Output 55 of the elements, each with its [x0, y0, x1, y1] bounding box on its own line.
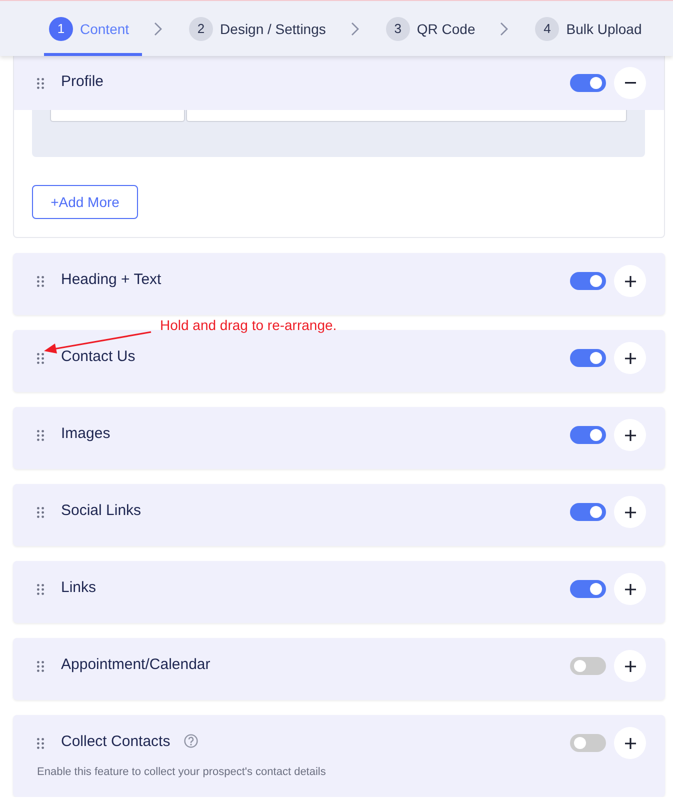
plus-icon: [624, 352, 636, 364]
toggle-switch[interactable]: [570, 734, 606, 752]
plus-icon: [624, 276, 636, 286]
plus-icon: [624, 584, 636, 594]
step-number: 1: [49, 16, 73, 40]
step-tab[interactable]: 4 Bulk Upload: [530, 1, 655, 56]
chevron-icon: [350, 22, 359, 36]
step-tab[interactable]: 2 Design / Settings: [184, 1, 339, 56]
plus-icon: [624, 660, 636, 672]
drag-handle-icon[interactable]: [37, 506, 44, 518]
section-title: Collect Contacts: [61, 732, 170, 750]
toggle-switch[interactable]: [570, 349, 606, 367]
step-number: 4: [535, 16, 560, 40]
toggle-switch[interactable]: [570, 74, 606, 92]
section-title: Social Links: [61, 502, 142, 518]
chevron-icon: [500, 22, 508, 36]
drag-handle-icon[interactable]: [37, 660, 44, 672]
section-title: Images: [61, 424, 110, 442]
toggle-switch[interactable]: [570, 426, 606, 444]
drag-handle-icon[interactable]: [37, 430, 44, 440]
section-title: Contact Us: [61, 348, 136, 364]
drag-handle-icon[interactable]: [37, 352, 44, 364]
expand-button[interactable]: [614, 342, 646, 374]
section-title: Links: [61, 578, 96, 596]
plus-icon: [624, 738, 636, 748]
step-number: 2: [189, 16, 214, 40]
toggle-switch[interactable]: [570, 272, 606, 290]
chevron-icon: [154, 22, 162, 36]
expand-button[interactable]: [614, 727, 646, 759]
drag-handle-icon[interactable]: [37, 738, 44, 748]
step-tab[interactable]: 3 QR Code: [380, 1, 488, 56]
add-more-button[interactable]: +Add More: [32, 185, 138, 219]
section-description: Enable this feature to collect your prospect's contact details: [37, 765, 327, 779]
drag-handle-icon[interactable]: [37, 584, 44, 594]
step-number: 3: [386, 16, 410, 40]
drag-handle-icon[interactable]: [37, 78, 44, 88]
minus-icon: [624, 82, 636, 84]
toggle-switch[interactable]: [570, 580, 606, 598]
expand-button[interactable]: [614, 496, 646, 528]
expand-button[interactable]: [614, 573, 646, 605]
plus-icon: [624, 506, 636, 518]
plus-icon: [624, 430, 636, 440]
input-field[interactable]: [50, 110, 185, 122]
input-field[interactable]: [186, 110, 627, 122]
help-icon[interactable]: [184, 734, 198, 748]
section-title: Heading + Text: [61, 270, 162, 288]
annotation-text: Hold and drag to re-arrange.: [160, 317, 337, 333]
drag-handle-icon[interactable]: [37, 276, 44, 286]
expand-button[interactable]: [614, 265, 646, 297]
expand-button[interactable]: [614, 650, 646, 682]
section-title: Appointment/Calendar: [61, 656, 210, 672]
expand-button[interactable]: [614, 419, 646, 451]
toggle-switch[interactable]: [570, 657, 606, 675]
section-title: Profile: [61, 72, 104, 90]
toggle-switch[interactable]: [570, 503, 606, 521]
